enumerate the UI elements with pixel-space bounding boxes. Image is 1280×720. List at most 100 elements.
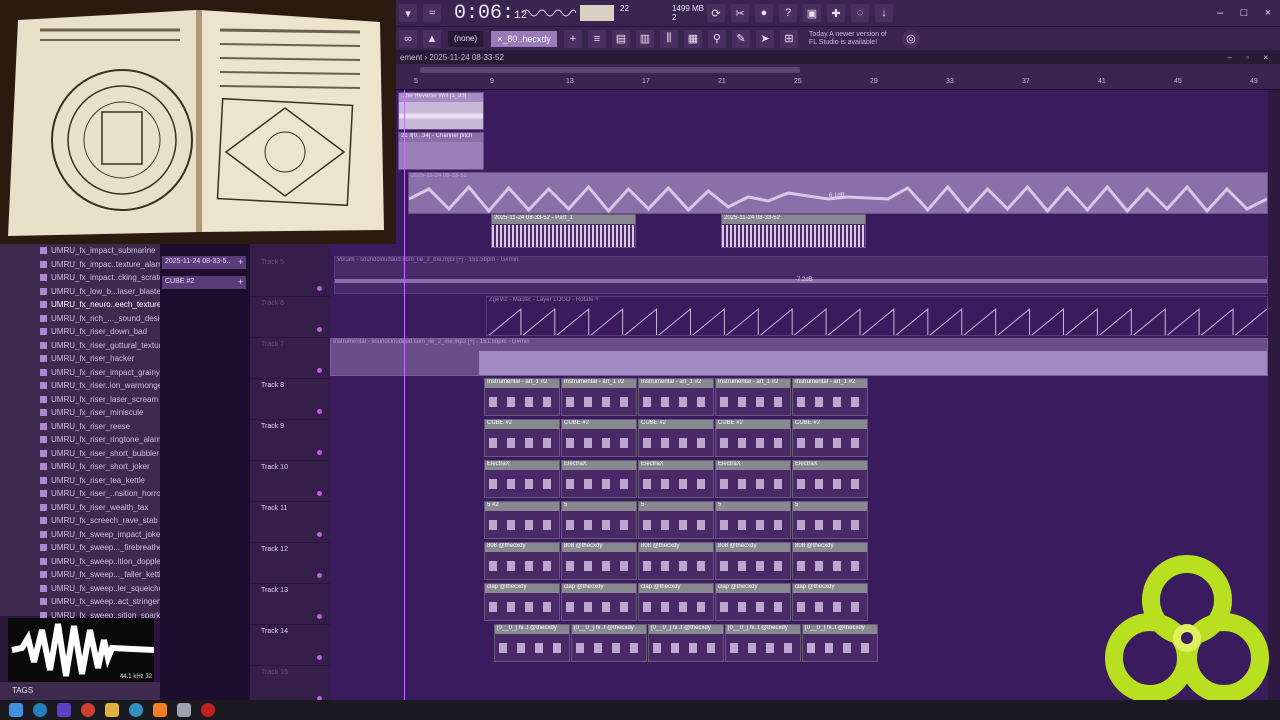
playlist-icon[interactable]: ≡ (587, 29, 606, 48)
scroll-thumb[interactable] (420, 67, 800, 73)
browser-item[interactable]: UMRU_fx_riser_reese (0, 420, 160, 434)
bass-808-clip[interactable]: 808 @thecxdy (484, 542, 560, 580)
channel-pitch-clip[interactable]: 21 ll[0...34] - Channel pitch (398, 132, 484, 170)
track-mute-dot[interactable] (317, 409, 322, 414)
track-mute-dot[interactable] (317, 614, 322, 619)
browser-item[interactable]: UMRU_fx_impac..texture_alarm (0, 258, 165, 272)
browser-item[interactable]: UMRU_fx_sweep..._firebreather (0, 541, 165, 555)
instrumental-art-clip[interactable]: Instrumental - art_1 #2 (638, 378, 714, 416)
mic-icon[interactable]: ● (755, 4, 773, 22)
browser-item[interactable]: UMRU_fx_riser_short_bubbler (0, 447, 160, 461)
browser-icon[interactable]: ▥ (635, 29, 654, 48)
track-header[interactable]: Track 14 (250, 625, 330, 666)
bass-808-clip[interactable]: 808 @thecxdy (638, 542, 714, 580)
track-mute-dot[interactable] (317, 286, 322, 291)
electrax-clip[interactable]: ElectraX (484, 460, 560, 498)
clap-clip[interactable]: clap @thecxdy (638, 583, 714, 621)
browser-app-icon[interactable] (129, 703, 143, 717)
browser-item[interactable]: UMRU_fx_sweep_impact_joker (0, 528, 163, 542)
track-mute-dot[interactable] (317, 655, 322, 660)
long-audio-clip[interactable]: 2025-11-24 08-33-52 6.1dB (408, 172, 1268, 214)
news-panel[interactable]: Today A newer version of FL Studio is ava… (809, 31, 899, 47)
playhead[interactable] (404, 90, 405, 700)
synth-clip[interactable]: 5 (792, 501, 868, 539)
browser-item[interactable]: UMRU_fx_riser_wealth_tax (0, 501, 160, 515)
cube-clip[interactable]: CUBE #2 (638, 419, 714, 457)
track-header[interactable]: Track 7 (250, 338, 330, 379)
browser-item[interactable]: UMRU_fx_sweep..act_stringent (0, 595, 164, 609)
clap-clip[interactable]: clap @thecxdy (715, 583, 791, 621)
stamp-icon[interactable]: ▲ (423, 29, 441, 48)
reverse-will-clip[interactable]: ...he Reverse Will [1_33] (398, 92, 484, 130)
track-header[interactable]: Track 11 (250, 502, 330, 543)
track-header[interactable]: Track 9 (250, 420, 330, 461)
bass-808-clip[interactable]: 808 @thecxdy (561, 542, 637, 580)
track-mute-dot[interactable] (317, 327, 322, 332)
instrumental-art-clip[interactable]: Instrumental - art_1 #2 (792, 378, 868, 416)
sample-preview[interactable]: 44.1 kHz 32 (8, 618, 154, 682)
track-header[interactable]: Track 6 (250, 297, 330, 338)
browser-item[interactable]: UMRU_fx_riser_miniscule (0, 406, 160, 420)
globe-icon[interactable]: ◎ (901, 29, 920, 48)
browser-item[interactable]: UMRU_fx_riser_ringtone_alarm (0, 433, 163, 447)
browser-item[interactable]: UMRU_fx_riser_laser_scream (0, 393, 160, 407)
track-header[interactable]: Track 13 (250, 584, 330, 625)
close-icon[interactable]: × (1259, 4, 1277, 22)
track-header[interactable]: Track 12 (250, 543, 330, 584)
browser-item[interactable]: UMRU_fx_riser_tea_kettle (0, 474, 160, 488)
browser-item[interactable]: UMRU_fx_riser_..nsition_horror (0, 487, 163, 501)
preset-selector[interactable]: (none) (448, 30, 484, 47)
instrumental-clip[interactable]: Instrumental - soundcloudaud.com_lie_2_m… (330, 338, 1268, 376)
start-icon[interactable] (9, 703, 23, 717)
chrome-icon[interactable] (81, 703, 95, 717)
app-icon[interactable] (57, 703, 71, 717)
synth-clip[interactable]: 5 (715, 501, 791, 539)
electrax-clip[interactable]: ElectraX (638, 460, 714, 498)
piano-roll-icon[interactable]: ▤ (611, 29, 630, 48)
browser-item[interactable]: UMRU_fx_sweep..._faller_kettle (0, 568, 165, 582)
channel-rack-icon[interactable]: ▦ (683, 29, 702, 48)
hihat-clip[interactable]: [0__0_] hi..t @thecxdy (802, 624, 878, 662)
picker-item[interactable]: 2025-11-24 08-33-5.. + (162, 256, 246, 269)
menu-icon[interactable]: ▾ (399, 4, 417, 22)
electrax-clip[interactable]: ElectraX (715, 460, 791, 498)
browser-item[interactable]: UMRU_fx_screech_rave_stab (0, 514, 160, 528)
download-icon[interactable]: ↓ (875, 4, 893, 22)
synth-clip[interactable]: 5 (638, 501, 714, 539)
browser-item[interactable]: UMRU_fx_low_b...laser_blaster (0, 285, 164, 299)
bass-808-clip[interactable]: 808 @thecxdy (715, 542, 791, 580)
plugin-icon[interactable]: ✚ (827, 4, 845, 22)
link-icon[interactable]: ∞ (399, 29, 417, 48)
browser-item[interactable]: UMRU_fx_riser_short_joker (0, 460, 160, 474)
clap-clip[interactable]: clap @thecxdy (484, 583, 560, 621)
instrumental-art-clip[interactable]: Instrumental - art_1 #2 (561, 378, 637, 416)
cube-clip[interactable]: CUBE #2 (715, 419, 791, 457)
instrumental-art-clip[interactable]: Instrumental - art_1 #2 (484, 378, 560, 416)
part2-clip[interactable]: 2025-11-24 08-33-52 (721, 214, 866, 248)
maximize-icon[interactable]: □ (1235, 4, 1253, 22)
add-pattern-icon[interactable]: + (563, 29, 582, 48)
hihat-clip[interactable]: [0__0_] hi..t @thecxdy (571, 624, 647, 662)
track-mute-dot[interactable] (317, 491, 322, 496)
refresh-icon[interactable]: ⟳ (707, 4, 725, 22)
browser-item[interactable]: UMRU_fx_impact_submarine (0, 244, 160, 258)
track-mute-dot[interactable] (317, 368, 322, 373)
tools-icon[interactable]: ✎ (731, 29, 750, 48)
tags-label[interactable]: TAGS (0, 682, 160, 700)
hihat-clip[interactable]: [0__0_] hi..t @thecxdy (725, 624, 801, 662)
track-mute-dot[interactable] (317, 532, 322, 537)
browser-item[interactable]: UMRU_fx_riser_hacker (0, 352, 160, 366)
track-mute-dot[interactable] (317, 573, 322, 578)
help-icon[interactable]: ? (779, 4, 797, 22)
save-icon[interactable]: ▣ (803, 4, 821, 22)
clap-clip[interactable]: clap @thecxdy (792, 583, 868, 621)
record-icon[interactable] (201, 703, 215, 717)
track-header[interactable]: Track 10 (250, 461, 330, 502)
cart-icon[interactable]: ⊞ (779, 29, 798, 48)
mixer-icon[interactable]: ⫼ (659, 29, 678, 48)
browser-item[interactable]: UMRU_fx_sweep..ler_squeicher (0, 582, 166, 596)
hihat-clip[interactable]: [0__0_] hi..t @thecxdy (648, 624, 724, 662)
edge-icon[interactable] (33, 703, 47, 717)
browser-item[interactable]: UMRU_fx_riser_impact_grainy (0, 366, 160, 380)
picker-item[interactable]: CUBE #2 + (162, 276, 246, 289)
